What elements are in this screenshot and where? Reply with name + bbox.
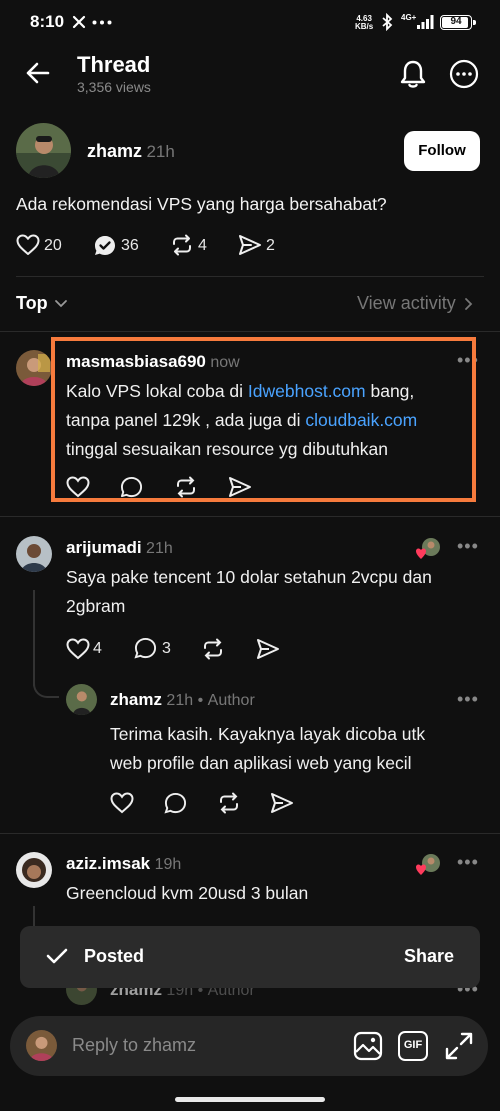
status-bar: 8:10 4.63 KB/s 4G+ 94 bbox=[0, 0, 500, 44]
reply-like-button[interactable] bbox=[66, 638, 90, 660]
reply-comment-button[interactable] bbox=[134, 637, 157, 660]
share-count: 2 bbox=[266, 237, 275, 254]
reply-repost-button[interactable] bbox=[201, 637, 225, 661]
author-tag: Author bbox=[207, 692, 255, 709]
reply-more-button[interactable]: ••• bbox=[457, 852, 479, 873]
reply-like-button[interactable] bbox=[110, 792, 134, 814]
composer-avatar bbox=[26, 1030, 57, 1061]
reply-comment-count: 3 bbox=[162, 640, 171, 657]
checkmark-icon bbox=[46, 947, 68, 965]
reply-text: Saya pake tencent 10 dolar setahun 2vcpu… bbox=[66, 567, 432, 616]
posted-toast: Posted Share bbox=[20, 926, 480, 988]
reply-avatar[interactable] bbox=[16, 536, 52, 572]
post-header: zhamz 21h bbox=[87, 141, 175, 162]
reply-time: 21h bbox=[166, 692, 194, 709]
signal-icon bbox=[416, 14, 434, 30]
image-picker-button[interactable] bbox=[353, 1031, 383, 1061]
divider bbox=[16, 276, 484, 277]
bluetooth-icon bbox=[380, 13, 394, 31]
reply-more-button[interactable]: ••• bbox=[457, 689, 479, 710]
reply-avatar[interactable] bbox=[16, 350, 52, 386]
reply-count: 36 bbox=[121, 237, 139, 254]
thread-connector bbox=[33, 672, 59, 698]
chevron-right-icon bbox=[464, 297, 472, 310]
more-options-button[interactable] bbox=[449, 59, 479, 89]
reply-text: Greencloud kvm 20usd 3 bulan bbox=[66, 883, 309, 903]
sort-dropdown[interactable]: Top bbox=[16, 293, 68, 314]
reply-like-count: 4 bbox=[93, 640, 102, 657]
reply-share-button[interactable] bbox=[256, 638, 280, 660]
back-button[interactable] bbox=[22, 57, 54, 89]
view-activity-link[interactable]: View activity bbox=[357, 293, 474, 314]
status-time: 8:10 bbox=[30, 12, 65, 31]
network-type: 4G+ bbox=[401, 13, 417, 22]
view-count: 3,356 views bbox=[77, 79, 151, 95]
more-notifications-icon bbox=[92, 20, 112, 25]
divider bbox=[0, 331, 500, 332]
separator-dot: • bbox=[197, 692, 204, 709]
reply-avatar[interactable] bbox=[66, 684, 97, 715]
author-liked-badge bbox=[416, 537, 442, 561]
expand-icon[interactable] bbox=[444, 1031, 474, 1061]
repost-count: 4 bbox=[198, 237, 207, 254]
reply-text: Terima kasih. Kayaknya layak dicoba utk … bbox=[110, 724, 426, 773]
post-author-avatar[interactable] bbox=[16, 123, 71, 178]
notification-bell-button[interactable] bbox=[397, 58, 429, 90]
reply-username[interactable]: aziz.imsak bbox=[66, 854, 150, 873]
reply-composer[interactable]: Reply to zhamz GIF bbox=[10, 1016, 488, 1076]
net-speed: 4.63 KB/s bbox=[355, 14, 374, 31]
like-button[interactable] bbox=[16, 234, 40, 256]
reply-username[interactable]: arijumadi bbox=[66, 538, 142, 557]
repost-button[interactable] bbox=[170, 233, 194, 257]
share-button[interactable] bbox=[238, 234, 262, 256]
reply-time: 21h bbox=[146, 540, 173, 557]
divider bbox=[0, 833, 500, 834]
battery-indicator: 94 bbox=[440, 15, 476, 30]
reply-repost-button[interactable] bbox=[217, 791, 241, 815]
mute-icon bbox=[72, 15, 86, 29]
reply-comment-button[interactable] bbox=[164, 792, 187, 815]
reply-more-button[interactable]: ••• bbox=[457, 536, 479, 557]
post-text: Ada rekomendasi VPS yang harga bersahaba… bbox=[16, 194, 387, 214]
reply-avatar[interactable] bbox=[16, 852, 52, 888]
page-title: Thread bbox=[77, 52, 151, 77]
reply-header: arijumadi 21h bbox=[66, 538, 173, 558]
like-count: 20 bbox=[44, 237, 62, 254]
sort-label: Top bbox=[16, 293, 48, 313]
reply-header: aziz.imsak 19h bbox=[66, 854, 181, 874]
reply-share-button[interactable] bbox=[270, 792, 294, 814]
gif-button[interactable]: GIF bbox=[398, 1031, 428, 1061]
author-liked-badge bbox=[416, 853, 442, 877]
home-indicator[interactable] bbox=[175, 1097, 325, 1102]
reply-username[interactable]: zhamz bbox=[110, 690, 162, 709]
reply-input[interactable]: Reply to zhamz bbox=[72, 1035, 196, 1056]
divider bbox=[0, 516, 500, 517]
post-username[interactable]: zhamz bbox=[87, 141, 142, 161]
toast-label: Posted bbox=[84, 946, 145, 966]
replies-icon[interactable] bbox=[93, 234, 117, 258]
follow-button[interactable]: Follow bbox=[404, 131, 480, 171]
highlight-box bbox=[51, 337, 476, 502]
toast-share-button[interactable]: Share bbox=[404, 946, 454, 967]
reply-time: 19h bbox=[154, 856, 182, 873]
post-time: 21h bbox=[146, 142, 175, 161]
chevron-down-icon bbox=[54, 299, 67, 307]
reply-header: zhamz 21h • Author bbox=[110, 690, 255, 710]
